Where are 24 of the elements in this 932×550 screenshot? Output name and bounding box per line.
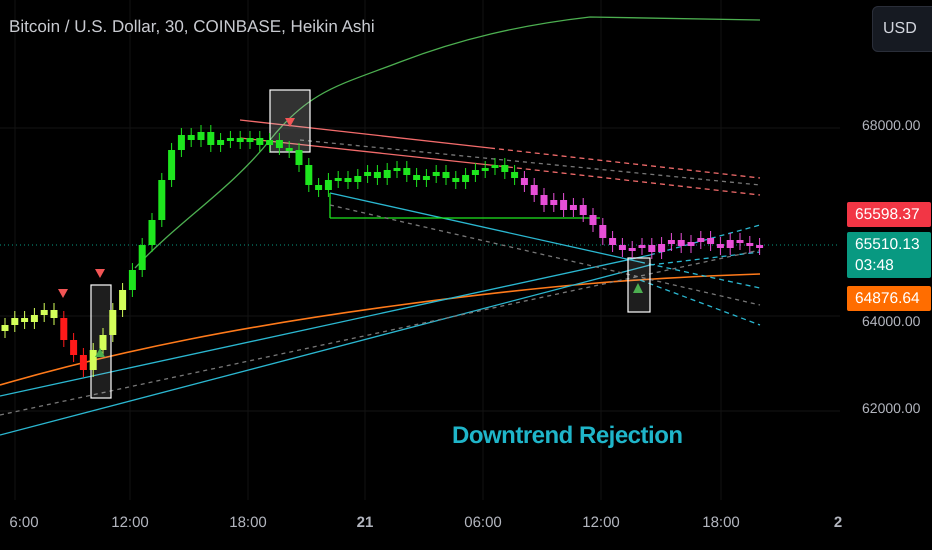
- signal-box: [627, 257, 651, 313]
- time-label: 06:00: [464, 514, 502, 531]
- buy-triangle-icon: [95, 348, 105, 357]
- time-label: 12:00: [582, 514, 620, 531]
- sell-triangle-icon: [95, 269, 105, 278]
- currency-button[interactable]: USD: [872, 6, 932, 52]
- price-tick: 68000.00: [862, 117, 920, 133]
- price-label: 65510.13 03:48: [847, 232, 931, 278]
- signal-box: [269, 89, 311, 153]
- time-label: 2: [834, 514, 842, 531]
- sell-triangle-icon: [58, 289, 68, 298]
- time-label: 6:00: [9, 514, 39, 531]
- time-label: 18:00: [702, 514, 740, 531]
- time-label: 18:00: [229, 514, 267, 531]
- buy-triangle-icon: [633, 283, 643, 293]
- chart-annotation: Downtrend Rejection: [452, 422, 683, 450]
- sell-triangle-icon: [285, 118, 295, 127]
- time-label: 21: [356, 514, 374, 531]
- price-label: 65598.37: [847, 202, 931, 227]
- price-tick: 64000.00: [862, 313, 920, 329]
- chart-title: Bitcoin / U.S. Dollar, 30, COINBASE, Heikin Ashi: [9, 17, 375, 37]
- price-tick: 62000.00: [862, 400, 920, 416]
- time-label: 12:00: [111, 514, 149, 531]
- price-label: 64876.64: [847, 286, 931, 311]
